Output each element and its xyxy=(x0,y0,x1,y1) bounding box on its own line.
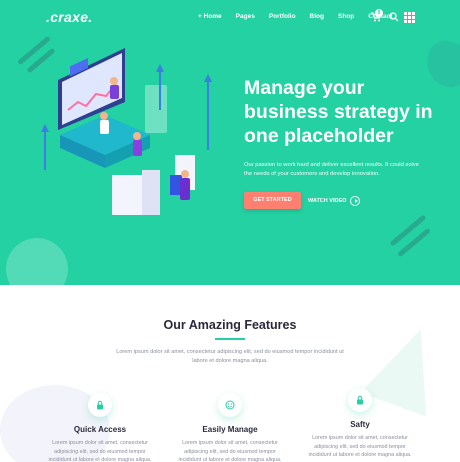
get-started-button[interactable]: GET STARTED xyxy=(244,192,301,209)
hero-subtitle: Our passion to work hard and deliver exc… xyxy=(244,162,419,177)
watch-video-label: WATCH VIDEO xyxy=(308,198,347,204)
features-description: Lorem ipsum dolor sit amet, consectetur … xyxy=(116,349,344,364)
cart-count-badge: 0 xyxy=(375,9,383,17)
nav-item-pages[interactable]: Pages xyxy=(236,13,255,20)
smile-icon xyxy=(218,393,242,417)
feature-card-safty: Safty Lorem ipsum dolor sit amet, consec… xyxy=(305,388,415,460)
nav-item-home[interactable]: + Home xyxy=(198,13,222,20)
nav-item-portfolio[interactable]: Portfolio xyxy=(269,13,296,20)
features-title: Our Amazing Features xyxy=(163,318,297,332)
feature-card-title: Easily Manage xyxy=(202,425,258,434)
feature-card-text: Lorem ipsum dolor sit amet, consectetur … xyxy=(48,440,152,462)
hero-section: .craxe. + Home Pages Portfolio Blog Shop… xyxy=(0,0,460,285)
title-underline xyxy=(215,338,245,340)
hero-title: Manage your business strategy in one pla… xyxy=(244,77,433,147)
hero-illustration xyxy=(41,48,212,215)
play-icon xyxy=(350,196,361,206)
watch-video-link[interactable]: WATCH VIDEO xyxy=(308,196,361,206)
search-icon[interactable] xyxy=(389,12,399,22)
nav-item-blog[interactable]: Blog xyxy=(310,13,324,20)
nav-item-shop[interactable]: Shop xyxy=(338,13,354,20)
features-section: Our Amazing Features Lorem ipsum dolor s… xyxy=(0,285,460,462)
feature-card-text: Lorem ipsum dolor sit amet, consectetur … xyxy=(308,435,412,458)
lock-icon xyxy=(348,388,372,412)
decor-dash xyxy=(389,214,427,247)
top-navbar: .craxe. + Home Pages Portfolio Blog Shop… xyxy=(0,0,460,36)
feature-card-quick-access: Quick Access Lorem ipsum dolor sit amet,… xyxy=(45,393,155,462)
decor-circle xyxy=(6,238,68,285)
feature-card-title: Quick Access xyxy=(73,425,127,434)
grid-menu-icon[interactable] xyxy=(404,12,415,23)
brand-logo[interactable]: .craxe. xyxy=(46,9,92,25)
feature-card-text: Lorem ipsum dolor sit amet, consectetur … xyxy=(178,440,282,462)
lock-icon xyxy=(88,393,112,417)
feature-card-easily-manage: Easily Manage Lorem ipsum dolor sit amet… xyxy=(175,393,285,462)
feature-card-title: Safty xyxy=(350,420,370,429)
